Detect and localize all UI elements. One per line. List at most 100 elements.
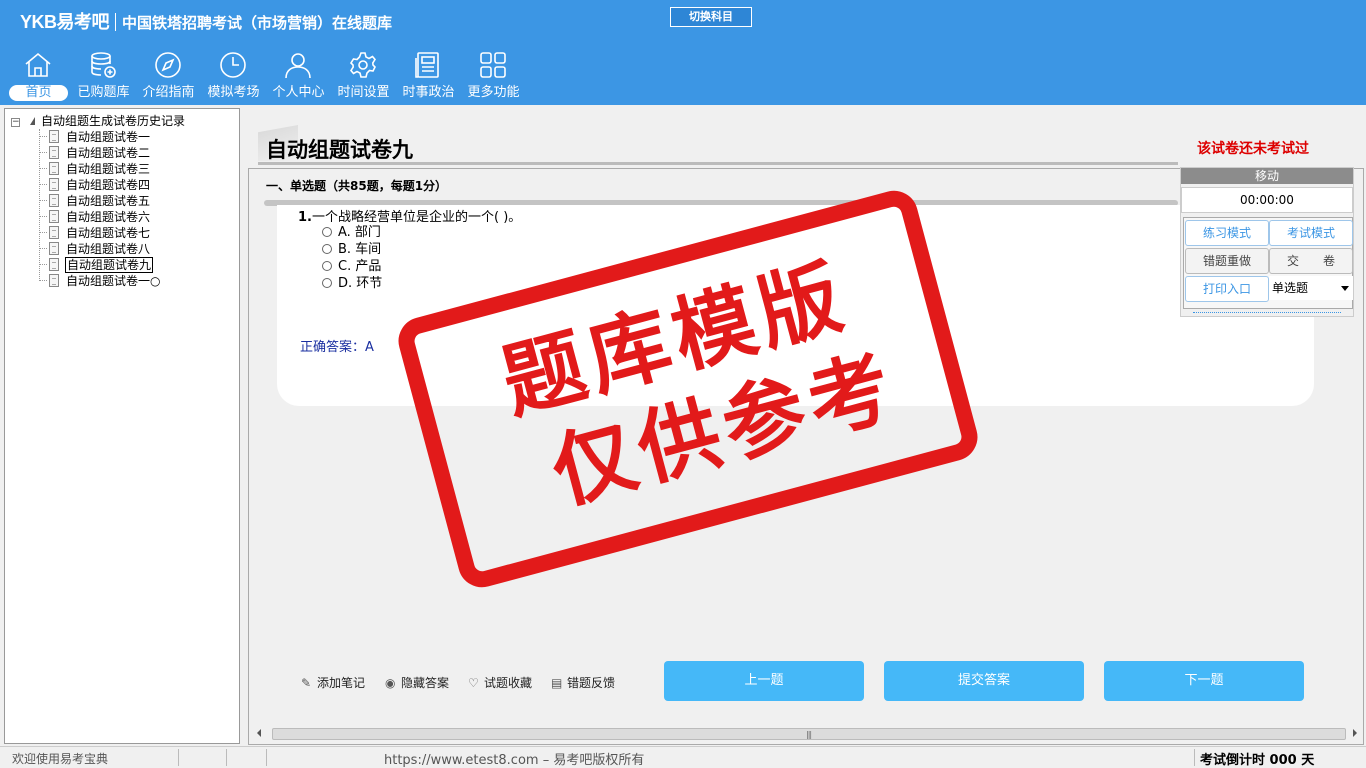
document-icon xyxy=(49,210,59,223)
prev-question-button[interactable]: 上一题 xyxy=(664,661,864,701)
question-stem: 1.一个战略经营单位是企业的一个( )。 xyxy=(298,206,521,225)
submit-paper-button[interactable]: 交 卷 xyxy=(1269,248,1353,274)
print-entry-button[interactable]: 打印入口 xyxy=(1185,276,1269,302)
status-bar: 欢迎使用易考宝典 https://www.etest8.com – 易考吧版权所… xyxy=(0,746,1366,768)
document-icon xyxy=(49,274,59,287)
folder-triangle-icon xyxy=(30,117,35,125)
tree-item-paper[interactable]: 自动组题试卷一 xyxy=(39,129,151,145)
tree-item-label: 自动组题试卷六 xyxy=(66,210,151,224)
clock-icon xyxy=(220,52,246,78)
error-report-link[interactable]: ▤ 错题反馈 xyxy=(551,675,615,691)
tree-item-paper[interactable]: 自动组题试卷八 xyxy=(39,241,151,257)
option-b-label: B. 车间 xyxy=(338,242,382,257)
scroll-right-icon[interactable] xyxy=(1353,729,1357,737)
radio-d[interactable] xyxy=(322,278,332,288)
exam-mode-button[interactable]: 考试模式 xyxy=(1269,220,1353,246)
nav-profile[interactable]: 个人中心 xyxy=(266,48,331,104)
main-nav: 首页 已购题库 介绍指南 模拟考场 个人中心 时间设置 时事政治 更多功能 xyxy=(6,48,526,104)
tree-item-paper[interactable]: 自动组题试卷九 xyxy=(39,257,154,273)
tree-item-paper[interactable]: 自动组题试卷四 xyxy=(39,177,151,193)
correct-answer-label: 正确答案： xyxy=(300,340,366,355)
favorite-link[interactable]: ♡ 试题收藏 xyxy=(468,675,532,691)
tree-item-paper[interactable]: 自动组题试卷七 xyxy=(39,225,151,241)
nav-guide-label: 介绍指南 xyxy=(142,85,195,100)
tree-item-paper[interactable]: 自动组题试卷一○ xyxy=(39,273,161,289)
option-a[interactable]: A. 部门 xyxy=(322,224,381,241)
exam-countdown: 考试倒计时 000 天 xyxy=(1200,753,1315,768)
tree-item-paper[interactable]: 自动组题试卷六 xyxy=(39,209,151,225)
dropdown-caret-icon xyxy=(1341,286,1349,291)
tree-item-paper[interactable]: 自动组题试卷三 xyxy=(39,161,151,177)
panel-resize-handle[interactable] xyxy=(1193,312,1341,316)
option-b[interactable]: B. 车间 xyxy=(322,241,381,258)
radio-b[interactable] xyxy=(322,244,332,254)
nav-more[interactable]: 更多功能 xyxy=(461,48,526,104)
collapse-icon[interactable]: − xyxy=(11,118,20,127)
tree-connector-line xyxy=(39,136,47,137)
tree-connector-line xyxy=(39,216,47,217)
tree-root[interactable]: − 自动组题生成试卷历史记录 xyxy=(11,113,185,129)
status-divider xyxy=(266,749,267,766)
document-icon xyxy=(49,146,59,159)
option-d-label: D. 环节 xyxy=(338,276,383,291)
tree-item-paper[interactable]: 自动组题试卷二 xyxy=(39,145,151,161)
tree-item-label: 自动组题试卷八 xyxy=(66,242,151,256)
nav-current-affairs[interactable]: 时事政治 xyxy=(396,48,461,104)
scrollbar-thumb[interactable]: ||| xyxy=(272,728,1346,740)
tree-connector-line xyxy=(39,152,47,153)
radio-c[interactable] xyxy=(322,261,332,271)
nav-guide[interactable]: 介绍指南 xyxy=(136,48,201,104)
panel-move-handle[interactable]: 移动 xyxy=(1181,168,1353,184)
title-divider xyxy=(115,13,117,31)
scroll-left-icon[interactable] xyxy=(257,729,261,737)
tree-connector-line xyxy=(39,280,47,281)
tree-item-label: 自动组题试卷七 xyxy=(66,226,151,240)
question-text: 一个战略经营单位是企业的一个( )。 xyxy=(311,210,522,225)
question-type-select[interactable]: 单选题 xyxy=(1269,276,1353,300)
switch-subject-button[interactable]: 切换科目 xyxy=(670,7,752,27)
question-number: 1. xyxy=(298,210,312,225)
nav-time-settings-label: 时间设置 xyxy=(337,85,390,100)
option-c[interactable]: C. 产品 xyxy=(322,258,381,275)
tree-item-paper[interactable]: 自动组题试卷五 xyxy=(39,193,151,209)
newspaper-icon xyxy=(415,52,439,78)
tree-item-label: 自动组题试卷五 xyxy=(66,194,151,208)
option-c-label: C. 产品 xyxy=(338,259,382,274)
database-icon xyxy=(91,52,116,78)
next-question-button[interactable]: 下一题 xyxy=(1104,661,1304,701)
nav-time-settings[interactable]: 时间设置 xyxy=(331,48,396,104)
tree-item-label: 自动组题试卷二 xyxy=(66,146,151,160)
radio-a[interactable] xyxy=(322,227,332,237)
hide-answer-label: 隐藏答案 xyxy=(401,676,450,690)
document-icon xyxy=(49,242,59,255)
option-d[interactable]: D. 环节 xyxy=(322,275,382,292)
app-header: YKB易考吧 中国铁塔招聘考试（市场营销）在线题库 切换科目 首页 已购题库 介绍… xyxy=(0,0,1366,105)
redo-wrong-button[interactable]: 错题重做 xyxy=(1185,248,1269,274)
nav-purchased-banks[interactable]: 已购题库 xyxy=(71,48,136,104)
add-note-link[interactable]: ✎ 添加笔记 xyxy=(301,675,365,691)
horizontal-scrollbar[interactable]: ||| xyxy=(252,726,1362,742)
submit-answer-button[interactable]: 提交答案 xyxy=(884,661,1084,701)
paper-title-underline xyxy=(258,162,1178,165)
document-icon xyxy=(49,226,59,239)
hide-answer-link[interactable]: ◉ 隐藏答案 xyxy=(385,675,449,691)
paper-history-tree: − 自动组题生成试卷历史记录 自动组题试卷一 自动组题试卷二 自动组题试卷三 自动组题试… xyxy=(4,108,240,744)
grip-icon: ||| xyxy=(806,730,812,739)
tree-connector-line xyxy=(39,232,47,233)
correct-answer-value: A xyxy=(365,340,374,355)
question-type-value: 单选题 xyxy=(1272,281,1309,295)
pencil-icon: ✎ xyxy=(301,676,312,690)
paper-title: 自动组题试卷九 xyxy=(266,138,413,162)
report-icon: ▤ xyxy=(551,676,563,690)
nav-profile-label: 个人中心 xyxy=(272,85,325,100)
tree-item-label: 自动组题试卷九 xyxy=(65,257,154,273)
practice-mode-button[interactable]: 练习模式 xyxy=(1185,220,1269,246)
favorite-label: 试题收藏 xyxy=(484,676,533,690)
tree-item-label: 自动组题试卷三 xyxy=(66,162,151,176)
eye-icon: ◉ xyxy=(385,676,396,690)
document-icon xyxy=(49,162,59,175)
nav-home[interactable]: 首页 xyxy=(6,48,71,104)
nav-home-label: 首页 xyxy=(9,85,68,101)
question-card xyxy=(277,205,1314,406)
nav-mock-exam[interactable]: 模拟考场 xyxy=(201,48,266,104)
